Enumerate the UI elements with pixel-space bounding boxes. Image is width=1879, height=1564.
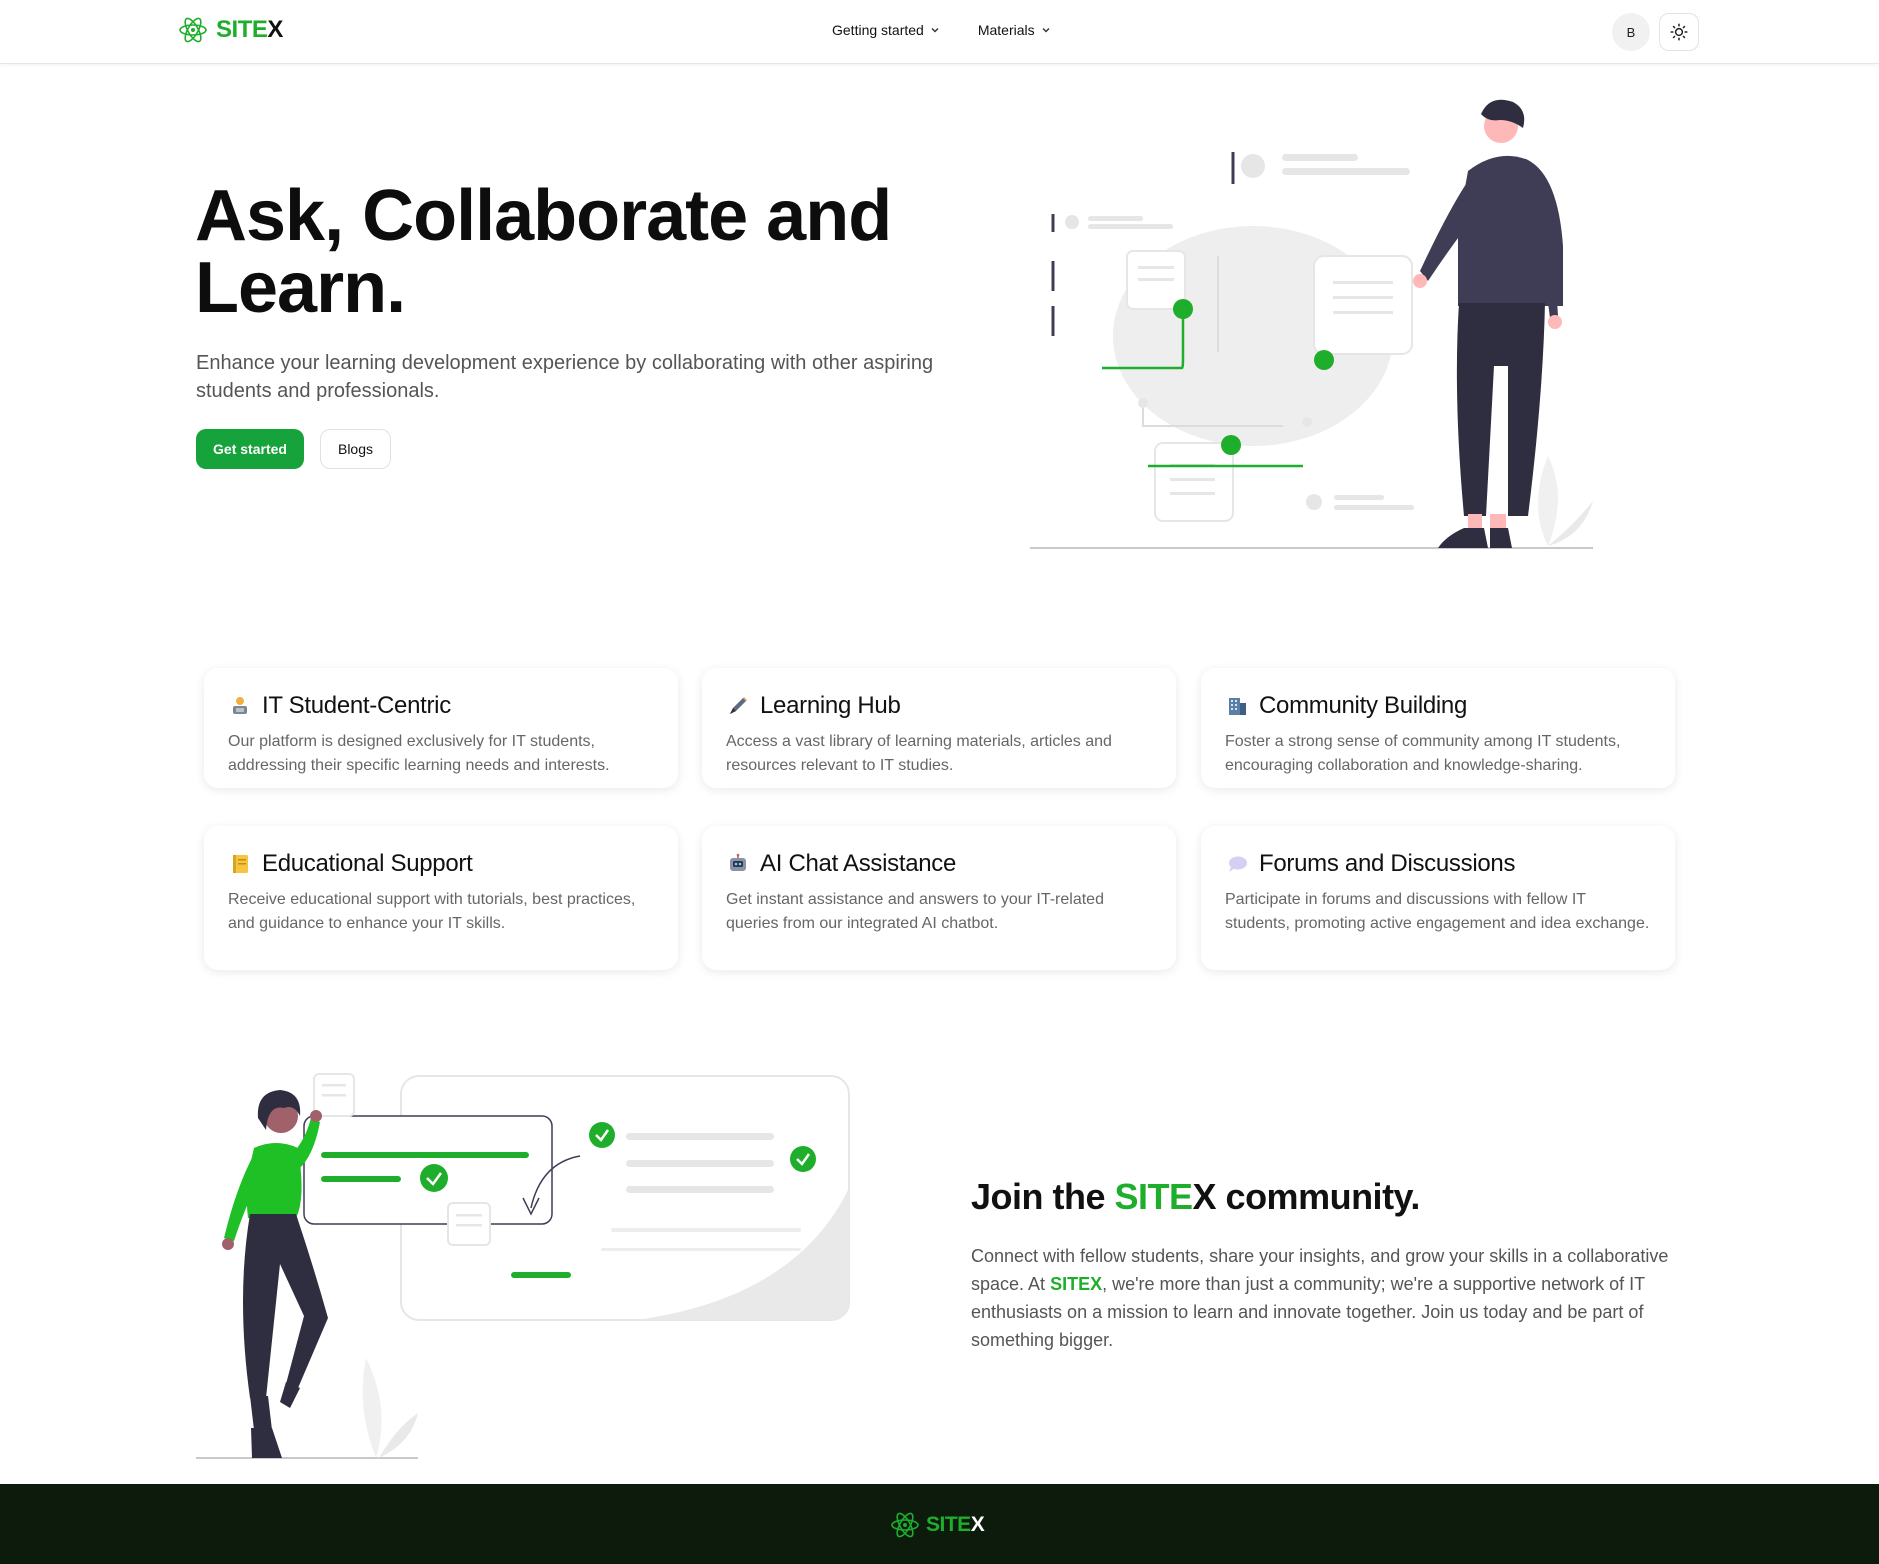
atom-logo-icon: [891, 1512, 919, 1538]
footer-logo[interactable]: SITEX: [890, 1510, 985, 1540]
building-icon: [1225, 694, 1249, 718]
card-title: Educational Support: [262, 850, 473, 877]
card-title: AI Chat Assistance: [760, 850, 957, 877]
theme-toggle-button[interactable]: [1659, 13, 1699, 51]
feature-card: Educational Support Receive educational …: [204, 826, 678, 970]
nav-materials[interactable]: Materials: [978, 22, 1051, 38]
community-description: Connect with fellow students, share your…: [971, 1246, 1669, 1350]
feature-card: AI Chat Assistance Get instant assistanc…: [702, 826, 1176, 970]
brand-name: SITEX: [216, 16, 283, 43]
nav-label: Getting started: [832, 22, 924, 38]
card-description: Participate in forums and discussions wi…: [1225, 891, 1650, 932]
user-avatar[interactable]: B: [1612, 13, 1650, 51]
blogs-button[interactable]: Blogs: [320, 429, 391, 469]
hero-illustration: [1030, 99, 1593, 549]
card-title: Community Building: [1259, 692, 1468, 719]
get-started-button[interactable]: Get started: [196, 429, 304, 469]
chevron-down-icon: [1042, 28, 1050, 33]
nav-getting-started[interactable]: Getting started: [832, 22, 940, 38]
community-title: Join the SITEX community.: [971, 1176, 1420, 1217]
atom-logo-icon: [179, 17, 207, 43]
hero-subtitle: Enhance your learning development experi…: [196, 352, 934, 402]
speech-bubble-icon: [1225, 852, 1249, 876]
feature-card: Community Building Foster a strong sense…: [1201, 668, 1675, 788]
feature-card: IT Student-Centric Our platform is desig…: [204, 668, 678, 788]
card-title: Learning Hub: [760, 692, 901, 719]
card-description: Access a vast library of learning materi…: [726, 733, 1112, 774]
chevron-down-icon: [931, 28, 939, 33]
footer-brand-name: SITEX: [926, 1513, 985, 1536]
feature-card: Forums and Discussions Participate in fo…: [1201, 826, 1675, 970]
top-navbar: SITEX Getting started Materials B: [0, 0, 1879, 64]
sun-icon: [1670, 23, 1688, 41]
card-title: IT Student-Centric: [262, 692, 451, 719]
card-description: Foster a strong sense of community among…: [1225, 733, 1621, 774]
pen-icon: [726, 694, 750, 718]
feature-card: Learning Hub Access a vast library of le…: [702, 668, 1176, 788]
notebook-icon: [228, 852, 252, 876]
main-nav: Getting started Materials: [832, 22, 1051, 38]
laptop-person-icon: [228, 694, 252, 718]
community-illustration: [196, 1073, 850, 1459]
footer: SITEX: [0, 1484, 1879, 1564]
site-logo[interactable]: SITEX: [178, 15, 283, 45]
robot-icon: [726, 852, 750, 876]
hero-title: Ask, Collaborate and Learn.: [195, 176, 892, 328]
card-title: Forums and Discussions: [1259, 850, 1516, 877]
card-description: Receive educational support with tutoria…: [228, 891, 636, 932]
card-description: Our platform is designed exclusively for…: [228, 733, 610, 774]
card-description: Get instant assistance and answers to yo…: [726, 891, 1104, 932]
brand-inline: SITEX: [1050, 1274, 1103, 1294]
nav-label: Materials: [977, 22, 1035, 38]
